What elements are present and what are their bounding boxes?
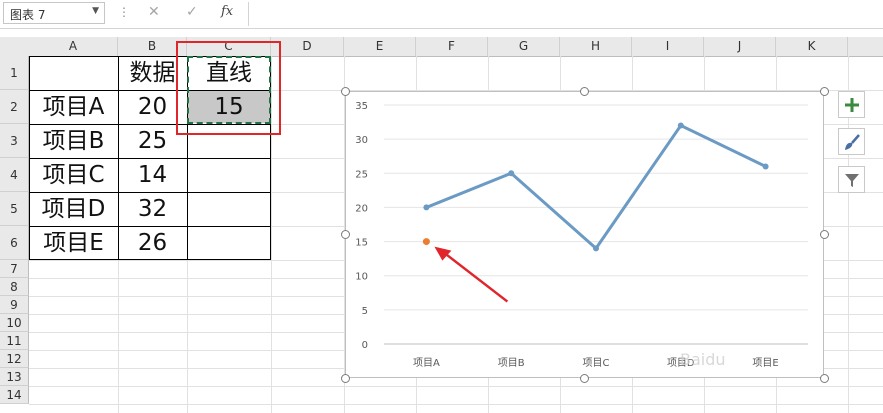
chart-filters-button[interactable] xyxy=(838,166,865,193)
series-point xyxy=(593,245,599,252)
x-tick-label: 项目A xyxy=(413,357,440,369)
grid-hline xyxy=(29,386,883,387)
series-line xyxy=(425,123,767,250)
name-box-text: 图表 7 xyxy=(10,8,46,22)
filter-icon xyxy=(844,173,859,187)
row-header-1[interactable]: 1 xyxy=(0,56,29,90)
chevron-down-icon[interactable]: ▼ xyxy=(92,6,99,16)
row-header-2[interactable]: 2 xyxy=(0,90,29,124)
series-point xyxy=(677,122,684,129)
resize-handle[interactable] xyxy=(819,373,829,383)
grid-hline xyxy=(29,404,883,405)
resize-handle[interactable] xyxy=(819,230,829,239)
row-header-12[interactable]: 12 xyxy=(0,350,29,368)
row-header-9[interactable]: 9 xyxy=(0,296,29,314)
formula-input[interactable] xyxy=(252,2,883,26)
y-tick-label: 20 xyxy=(355,203,368,214)
row-header-13[interactable]: 13 xyxy=(0,368,29,386)
cell-B4[interactable]: 14 xyxy=(118,158,187,192)
cell-A2[interactable]: 项目A xyxy=(29,90,118,124)
y-tick-label: 5 xyxy=(362,306,368,317)
row-header-7[interactable]: 7 xyxy=(0,260,29,278)
resize-handle[interactable] xyxy=(819,86,829,96)
column-headers: ABCDEFGHIJK xyxy=(0,37,883,57)
cell-B6[interactable]: 26 xyxy=(118,226,187,260)
chart-elements-button[interactable] xyxy=(838,91,865,118)
annotation-arrow-head xyxy=(434,246,452,261)
y-tick-label: 0 xyxy=(362,340,368,351)
row-header-3[interactable]: 3 xyxy=(0,124,29,158)
column-header-G[interactable]: G xyxy=(488,37,560,56)
resize-handle[interactable] xyxy=(340,230,350,239)
y-tick-label: 10 xyxy=(355,272,368,283)
line-chart[interactable]: 0 5 10 15 20 25 30 35 项目A 项目B 项目C 项目D 项目E xyxy=(345,91,824,378)
row-header-10[interactable]: 10 xyxy=(0,314,29,332)
cancel-icon[interactable]: ✕ xyxy=(148,4,160,20)
more-options-icon[interactable]: ⋮ xyxy=(118,5,130,19)
insert-function-icon[interactable]: fx xyxy=(221,4,233,19)
watermark-logo: Baidu xyxy=(680,350,726,369)
red-highlight-box xyxy=(176,41,281,135)
y-tick-label: 15 xyxy=(355,238,368,249)
row-header-11[interactable]: 11 xyxy=(0,332,29,350)
cell-A5[interactable]: 项目D xyxy=(29,192,118,226)
resize-handle[interactable] xyxy=(340,373,350,383)
column-header-K[interactable]: K xyxy=(776,37,848,56)
plus-icon xyxy=(844,97,859,112)
column-header-A[interactable]: A xyxy=(29,37,118,56)
resize-handle[interactable] xyxy=(340,86,350,96)
formula-divider xyxy=(248,2,249,26)
cell-A4[interactable]: 项目C xyxy=(29,158,118,192)
resize-handle[interactable] xyxy=(580,373,589,383)
cell-A3[interactable]: 项目B xyxy=(29,124,118,158)
x-tick-label: 项目E xyxy=(752,357,778,369)
cell-A6[interactable]: 项目E xyxy=(29,226,118,260)
column-header-D[interactable]: D xyxy=(271,37,344,56)
row-header-6[interactable]: 6 xyxy=(0,226,29,260)
column-header-E[interactable]: E xyxy=(344,37,416,56)
row-header-14[interactable]: 14 xyxy=(0,386,29,404)
series-point xyxy=(762,163,769,170)
confirm-icon[interactable]: ✓ xyxy=(186,4,198,20)
series-point xyxy=(423,204,430,211)
straight-line-point xyxy=(422,238,430,246)
resize-handle[interactable] xyxy=(580,86,589,96)
cell-B5[interactable]: 32 xyxy=(118,192,187,226)
row-header-5[interactable]: 5 xyxy=(0,192,29,226)
y-tick-label: 25 xyxy=(355,169,368,180)
row-header-8[interactable]: 8 xyxy=(0,278,29,296)
y-tick-label: 35 xyxy=(355,101,368,112)
column-header-H[interactable]: H xyxy=(560,37,632,56)
brush-icon xyxy=(844,133,860,150)
x-tick-label: 项目B xyxy=(498,357,525,369)
column-header-F[interactable]: F xyxy=(416,37,488,56)
x-tick-label: 项目C xyxy=(583,357,610,369)
column-header-J[interactable]: J xyxy=(704,37,776,56)
row-header-4[interactable]: 4 xyxy=(0,158,29,192)
annotation-arrow-shaft xyxy=(445,253,509,303)
y-tick-label: 30 xyxy=(355,135,368,146)
series-point xyxy=(508,170,515,177)
chart-styles-button[interactable] xyxy=(838,128,865,155)
column-header-I[interactable]: I xyxy=(632,37,704,56)
formula-bar: 图表 7 ▼ ⋮ ✕ ✓ fx xyxy=(0,0,883,29)
chart-svg: 05101520253035项目A 项目B 项目C 项目D 项目E xyxy=(355,101,808,369)
name-box[interactable]: 图表 7 ▼ xyxy=(3,2,105,24)
